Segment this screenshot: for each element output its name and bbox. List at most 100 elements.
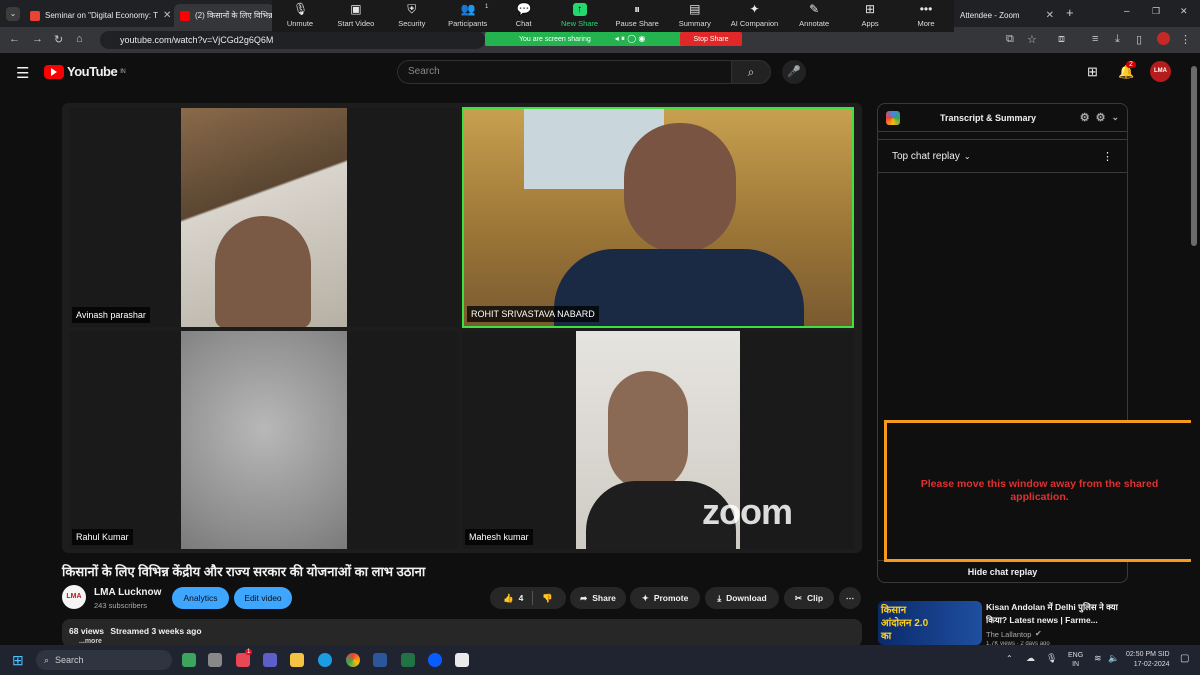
apps-button[interactable]: ⊞ Apps <box>850 3 890 29</box>
thumbs-down-icon[interactable]: 👎 <box>542 593 553 604</box>
voice-search-button[interactable]: 🎤 <box>782 60 806 84</box>
close-window-button[interactable]: ✕ <box>1180 6 1188 17</box>
zoom-app-icon[interactable] <box>428 653 442 667</box>
taskbar-search-label: Search <box>55 655 84 665</box>
reload-icon[interactable]: ↻ <box>54 33 63 46</box>
chat-button[interactable]: 💬 Chat <box>504 3 544 29</box>
taskbar-search-box[interactable]: ⌕ Search <box>36 650 172 670</box>
word-icon[interactable] <box>373 653 387 667</box>
account-avatar[interactable]: LMA <box>1150 61 1171 82</box>
home-icon[interactable]: ⌂ <box>76 33 83 45</box>
mic-muted-icon: 🎙 <box>292 2 309 16</box>
reading-list-icon[interactable]: ≡ <box>1092 33 1098 45</box>
security-button[interactable]: ⛨ Security <box>392 3 432 29</box>
maximize-window-button[interactable]: ❐ <box>1152 6 1160 17</box>
download-button[interactable]: ⤓ Download <box>705 587 779 609</box>
back-arrow-icon[interactable]: ← <box>9 33 20 45</box>
browser-menu-icon[interactable]: ⋮ <box>1180 33 1191 46</box>
start-video-button[interactable]: ▣ Start Video <box>336 3 376 29</box>
tab-search-button[interactable]: ⌄ <box>6 7 20 21</box>
search-placeholder: Search <box>408 66 440 77</box>
microphone-icon: 🎤 <box>787 66 801 78</box>
top-chat-replay-dropdown[interactable]: Top chat replay <box>892 151 960 162</box>
chevron-down-icon[interactable]: ⌄ <box>1111 112 1119 123</box>
annotate-button[interactable]: ✎ Annotate <box>794 3 834 29</box>
hide-chat-replay-button[interactable]: Hide chat replay <box>878 560 1127 582</box>
settings-gear-icon[interactable]: ⚙ <box>1096 111 1106 124</box>
search-input[interactable]: Search <box>397 60 732 84</box>
analytics-button[interactable]: Analytics <box>172 587 229 609</box>
tab-gmail-seminar[interactable]: Seminar on "Digital Economy: T ✕ <box>24 4 174 27</box>
side-panel-icon[interactable]: ▯ <box>1136 33 1142 46</box>
sharing-controls-icons[interactable]: ◂ ⏸ ◯ ◉ <box>615 34 646 44</box>
notification-center-icon[interactable]: ▢ <box>1180 653 1189 664</box>
excel-icon[interactable] <box>401 653 415 667</box>
recommendation-channel[interactable]: The Lallantop <box>986 630 1031 639</box>
youtube-logo[interactable]: YouTube IN <box>44 64 126 79</box>
participants-label: Participants <box>448 19 488 28</box>
task-view-icon[interactable] <box>208 653 222 667</box>
more-actions-button[interactable]: ⋯ <box>839 587 861 609</box>
clock[interactable]: 02:50 PM SID 17-02-2024 <box>1126 650 1170 670</box>
wifi-icon[interactable]: ≋ <box>1094 653 1102 664</box>
cast-icon[interactable]: ⧉ <box>1006 33 1014 46</box>
clip-button[interactable]: ✂ Clip <box>784 587 834 609</box>
edit-video-button[interactable]: Edit video <box>234 587 292 609</box>
more-vertical-icon[interactable]: ⋮ <box>1102 150 1113 163</box>
chevron-down-icon[interactable]: ⌄ <box>964 152 971 161</box>
page-scrollbar-track[interactable] <box>1191 60 1198 645</box>
chrome-browser-icon[interactable] <box>346 653 360 667</box>
unmute-button[interactable]: 🎙 Unmute <box>280 2 320 29</box>
copilot-icon[interactable] <box>182 653 196 667</box>
video-player[interactable]: Avinash parashar ROHIT SRIVASTAVA NABARD… <box>62 103 862 553</box>
edge-browser-icon[interactable] <box>318 653 332 667</box>
channel-name[interactable]: LMA Lucknow <box>94 587 161 598</box>
volume-icon[interactable]: 🔈 <box>1108 653 1119 664</box>
file-explorer-icon[interactable] <box>290 653 304 667</box>
recommendation-thumbnail[interactable]: किसान आंदोलन 2.0 का <box>878 601 982 645</box>
participants-button[interactable]: 👥 Participants <box>448 2 488 29</box>
stop-share-label: Stop Share <box>693 35 729 43</box>
openai-icon[interactable]: ⚙ <box>1080 111 1090 124</box>
promote-button[interactable]: ✦ Promote <box>630 587 700 609</box>
language-indicator[interactable]: ENG IN <box>1068 651 1083 669</box>
tab-zoom-attendee[interactable]: Attendee - Zoom ✕ <box>954 4 1060 27</box>
transcript-header[interactable]: Transcript & Summary ⚙ ⚙ ⌄ <box>878 104 1127 132</box>
address-bar[interactable]: youtube.com/watch?v=VjCGd2g6Q6M <box>100 31 485 49</box>
microphone-tray-icon[interactable]: 🎙 <box>1046 653 1057 664</box>
pause-share-button[interactable]: ⏸ Pause Share <box>615 3 658 29</box>
bookmark-star-icon[interactable]: ☆ <box>1027 33 1037 46</box>
minimize-window-button[interactable]: – <box>1124 6 1130 17</box>
summary-button[interactable]: ▤ Summary <box>675 3 715 29</box>
forward-arrow-icon[interactable]: → <box>32 33 43 45</box>
page-scrollbar-thumb[interactable] <box>1191 66 1197 246</box>
search-button[interactable]: ⌕ <box>731 60 771 84</box>
tab-youtube-video[interactable]: (2) किसानों के लिए विभिन्न <box>174 4 274 27</box>
new-tab-button[interactable]: + <box>1066 5 1074 20</box>
create-video-icon[interactable]: ⊞ <box>1087 64 1098 80</box>
photos-icon[interactable] <box>455 653 469 667</box>
new-share-button[interactable]: ↑ New Share <box>560 3 600 28</box>
share-button[interactable]: ➦ Share <box>570 587 626 609</box>
stop-share-button[interactable]: Stop Share <box>680 32 742 46</box>
show-more-link[interactable]: ...more <box>79 638 855 645</box>
profile-avatar[interactable] <box>1157 32 1170 45</box>
recommendation-title[interactable]: Kisan Andolan में Delhi पुलिस ने क्या कि… <box>986 601 1126 627</box>
close-tab-icon[interactable]: ✕ <box>163 10 171 21</box>
download-icon[interactable]: ⤓ <box>1115 33 1120 46</box>
teams-icon[interactable] <box>263 653 277 667</box>
channel-avatar[interactable]: LMA <box>62 585 86 609</box>
description-box[interactable]: 68 views Streamed 3 weeks ago ...more <box>62 619 862 647</box>
extensions-icon[interactable]: ⧈ <box>1058 33 1065 46</box>
ai-companion-button[interactable]: ✦ AI Companion <box>731 3 779 29</box>
more-button[interactable]: ••• More <box>906 3 946 29</box>
thumbs-up-icon[interactable]: 👍 <box>503 593 514 604</box>
chevron-up-icon[interactable]: ⌃ <box>1006 654 1013 663</box>
windows-start-icon[interactable]: ⊞ <box>12 652 24 669</box>
hamburger-menu-icon[interactable]: ☰ <box>16 64 29 82</box>
close-tab-icon[interactable]: ✕ <box>1046 10 1054 21</box>
mail-icon[interactable] <box>236 653 250 667</box>
participants-icon: 👥 <box>460 2 476 16</box>
cloud-icon[interactable]: ☁ <box>1026 653 1035 664</box>
like-count[interactable]: 4 <box>519 593 524 603</box>
